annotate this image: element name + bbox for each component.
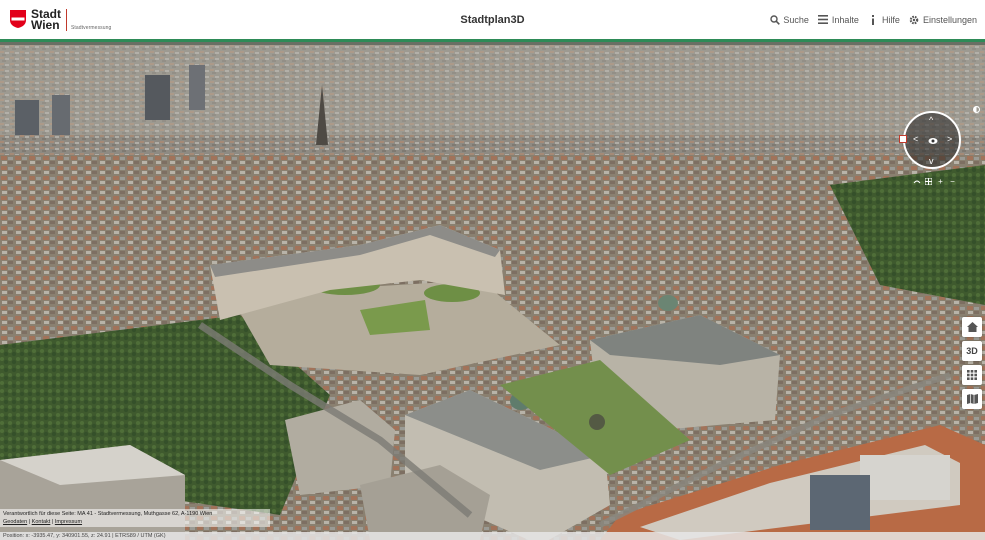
main-nav: Suche Inhalte Hilfe Einstellungen [769,14,977,25]
nav-search[interactable]: Suche [769,14,809,25]
basemap-button[interactable] [962,389,982,409]
zoom-in-icon[interactable]: + [936,177,945,186]
north-marker-icon[interactable] [899,135,907,143]
highrise [189,65,205,110]
highrise [15,100,39,135]
footer-links: Geodaten | Kontakt | Impressum [3,519,83,525]
link-kontakt[interactable]: Kontakt [32,519,51,525]
contrast-toggle-icon[interactable] [973,106,980,113]
nav-help[interactable]: Hilfe [868,14,900,25]
nav-contents-label: Inhalte [831,14,859,25]
grid-small-icon[interactable] [924,177,933,186]
view-mini-controls: + − [912,177,957,186]
3d-icon: 3D [966,346,978,356]
navigation-compass[interactable]: ^ v < > [903,111,961,169]
link-geodaten[interactable]: Geodaten [3,519,27,525]
layers-button[interactable] [962,365,982,385]
highrise [145,75,170,120]
3d-toggle-button[interactable]: 3D [962,341,982,361]
top-bar: Stadt Wien Stadtvermessung Stadtplan3D S… [0,0,985,42]
coordinates-readout: Position: x: -3935.47, y: 340901.55, z: … [0,532,985,540]
compass-down-arrow-icon[interactable]: v [929,157,934,166]
link-impressum[interactable]: Impressum [55,519,82,525]
compass-left-arrow-icon[interactable]: < [913,135,918,144]
compass-up-arrow-icon[interactable]: ^ [929,116,933,125]
wien-shield-icon [10,10,26,28]
rotate-icon[interactable] [912,177,921,186]
map-icon [966,394,978,404]
logo-department: Stadtvermessung [71,25,112,31]
info-icon [868,14,879,25]
eye-icon[interactable] [928,137,938,145]
imprint-box: Verantwortlich für diese Seite: MA 41 - … [0,509,270,527]
stadt-wien-logo[interactable]: Stadt Wien Stadtvermessung [9,8,112,32]
nav-settings[interactable]: Einstellungen [909,14,977,25]
aerial-city-scene[interactable] [0,45,985,540]
home-icon [966,322,978,332]
highrise [52,95,70,135]
home-button[interactable] [962,317,982,337]
nav-contents[interactable]: Inhalte [818,14,859,25]
map-3d-view[interactable]: ^ v < > + − 3D [0,45,985,540]
zoom-out-icon[interactable]: − [948,177,957,186]
search-icon [769,14,780,25]
menu-icon [818,14,829,25]
logo-line-2: Wien [31,18,60,32]
logo-wordmark: Stadt Wien [31,8,61,32]
logo-divider [66,9,67,31]
responsible-text: Verantwortlich für diese Seite: MA 41 - … [3,511,213,517]
nav-settings-label: Einstellungen [922,14,977,25]
grid-icon [967,370,977,380]
gear-icon [909,14,920,25]
nav-help-label: Hilfe [881,14,900,25]
compass-right-arrow-icon[interactable]: > [947,135,952,144]
nav-search-label: Suche [783,14,809,25]
